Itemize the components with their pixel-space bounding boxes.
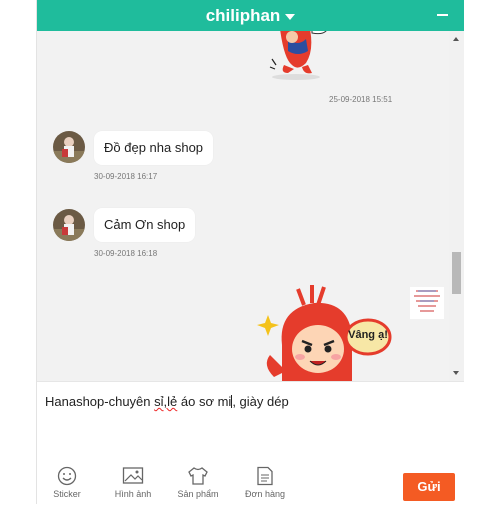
composer-text: áo sơ mi bbox=[177, 394, 232, 409]
message-timestamp: 30-09-2018 16:18 bbox=[94, 249, 158, 258]
scroll-up-icon[interactable] bbox=[453, 37, 459, 41]
avatar[interactable] bbox=[53, 131, 85, 163]
message-input[interactable]: Hanashop-chuyên sỉ,lẻ áo sơ mi, giày dép bbox=[45, 394, 289, 409]
message-timestamp: 30-09-2018 16:17 bbox=[94, 172, 158, 181]
chat-header[interactable]: chiliphan bbox=[37, 0, 464, 31]
chat-window: chiliphan 25-09-2018 15:51 Đồ đẹp nha sh… bbox=[36, 0, 464, 505]
message-timestamp: 25-09-2018 15:51 bbox=[329, 95, 393, 104]
send-button[interactable]: Gửi bbox=[403, 473, 455, 501]
message-list[interactable]: 25-09-2018 15:51 Đồ đẹp nha shop 30-09-2… bbox=[37, 31, 464, 381]
product-thumbnail[interactable] bbox=[410, 287, 444, 319]
message-scrollbar[interactable] bbox=[449, 31, 464, 381]
sticker-top bbox=[269, 31, 327, 80]
sticker-button[interactable]: Sticker bbox=[42, 466, 92, 499]
message-composer[interactable]: Hanashop-chuyên sỉ,lẻ áo sơ mi, giày dép… bbox=[37, 381, 464, 505]
chat-title[interactable]: chiliphan bbox=[206, 6, 281, 25]
chevron-down-icon[interactable] bbox=[285, 13, 296, 20]
shirt-icon bbox=[188, 467, 208, 485]
composer-text: sỉ,lẻ bbox=[154, 394, 178, 409]
image-label: Hình ảnh bbox=[114, 489, 152, 499]
product-label: Sản phẩm bbox=[177, 489, 219, 499]
message-bubble[interactable]: Đồ đẹp nha shop bbox=[94, 131, 214, 165]
message-bubble[interactable]: Cảm Ơn shop bbox=[94, 208, 196, 242]
composer-text: Hanashop-chuyên bbox=[45, 394, 155, 409]
smiley-icon bbox=[57, 466, 77, 486]
order-button[interactable]: Đơn hàng bbox=[240, 466, 290, 499]
scroll-down-icon[interactable] bbox=[453, 371, 459, 375]
image-icon bbox=[122, 467, 144, 484]
composer-text: , giày dép bbox=[232, 394, 289, 409]
avatar-photo bbox=[53, 131, 85, 163]
sticker-label: Sticker bbox=[53, 489, 81, 499]
sticker-caption: Vâng ạ! bbox=[348, 329, 388, 341]
scrollbar-thumb[interactable] bbox=[452, 252, 461, 294]
avatar-photo bbox=[53, 209, 85, 241]
image-button[interactable]: Hình ảnh bbox=[108, 466, 158, 499]
order-label: Đơn hàng bbox=[245, 489, 285, 499]
document-icon bbox=[257, 466, 273, 486]
minimize-icon[interactable] bbox=[437, 14, 448, 16]
product-button[interactable]: Sản phẩm bbox=[173, 466, 223, 499]
avatar[interactable] bbox=[53, 209, 85, 241]
